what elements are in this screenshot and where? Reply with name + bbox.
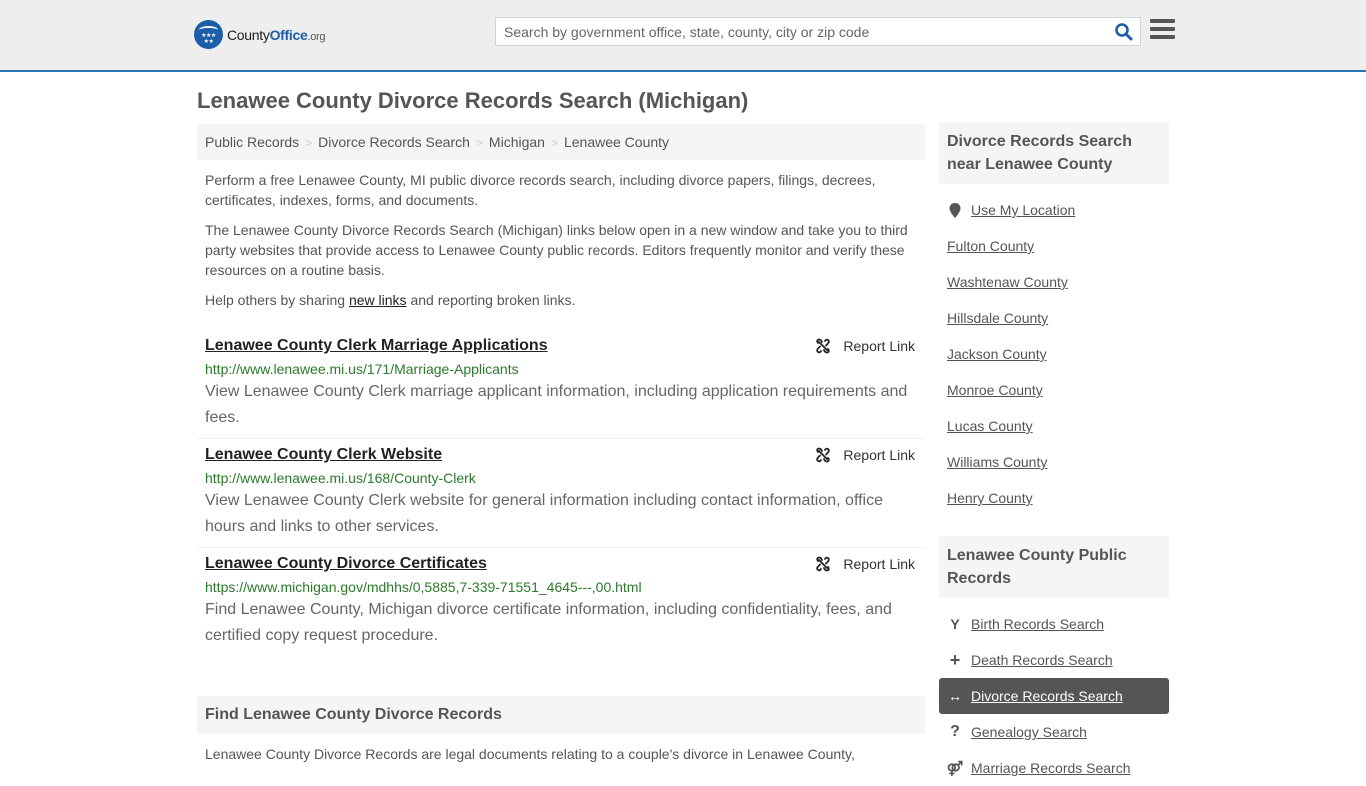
use-my-location-link[interactable]: Use My Location bbox=[971, 202, 1075, 218]
nearby-county-item: Monroe County bbox=[939, 372, 1169, 408]
report-link-button[interactable]: Report Link bbox=[815, 556, 915, 572]
search-box bbox=[495, 17, 1141, 46]
breadcrumb-divorce-records-search[interactable]: Divorce Records Search bbox=[318, 134, 470, 150]
result-item: Lenawee County Clerk Website Report Link… bbox=[197, 439, 925, 548]
breadcrumb-public-records[interactable]: Public Records bbox=[205, 134, 299, 150]
result-url: http://www.lenawee.mi.us/168/County-Cler… bbox=[205, 470, 476, 486]
page-title: Lenawee County Divorce Records Search (M… bbox=[197, 88, 749, 113]
nearby-list: Use My Location Fulton County Washtenaw … bbox=[939, 192, 1169, 516]
nearby-county-link[interactable]: Jackson County bbox=[947, 346, 1047, 362]
arrows-horizontal-icon: ↔ bbox=[948, 688, 962, 704]
result-url: https://www.michigan.gov/mdhhs/0,5885,7-… bbox=[205, 579, 642, 595]
broken-link-icon bbox=[816, 556, 831, 572]
intro-paragraph-3: Help others by sharing new links and rep… bbox=[205, 292, 576, 308]
search-input[interactable] bbox=[496, 18, 1096, 45]
public-record-item-divorce: ↔ Divorce Records Search bbox=[939, 678, 1169, 714]
breadcrumb-lenawee-county[interactable]: Lenawee County bbox=[564, 134, 669, 150]
nearby-county-link[interactable]: Fulton County bbox=[947, 238, 1034, 254]
birth-records-link[interactable]: Birth Records Search bbox=[971, 616, 1104, 632]
nearby-county-item: Jackson County bbox=[939, 336, 1169, 372]
new-links-link[interactable]: new links bbox=[349, 292, 407, 308]
breadcrumb-michigan[interactable]: Michigan bbox=[489, 134, 545, 150]
breadcrumb-separator: > bbox=[550, 136, 558, 150]
child-icon: Y bbox=[950, 616, 960, 632]
intro-paragraph-2: The Lenawee County Divorce Records Searc… bbox=[205, 222, 908, 278]
nearby-county-link[interactable]: Monroe County bbox=[947, 382, 1043, 398]
logo-text: CountyOffice.org bbox=[227, 26, 326, 43]
result-description: View Lenawee County Clerk website for ge… bbox=[205, 492, 883, 535]
nearby-county-item: Williams County bbox=[939, 444, 1169, 480]
genealogy-search-link[interactable]: Genealogy Search bbox=[971, 724, 1087, 740]
sidebar: Divorce Records Search near Lenawee Coun… bbox=[939, 122, 1169, 786]
broken-link-icon bbox=[816, 338, 831, 354]
search-icon bbox=[1115, 23, 1133, 41]
nearby-county-item: Washtenaw County bbox=[939, 264, 1169, 300]
death-records-link[interactable]: Death Records Search bbox=[971, 652, 1113, 668]
nearby-county-link[interactable]: Williams County bbox=[947, 454, 1047, 470]
intro-text: Perform a free Lenawee County, MI public… bbox=[197, 170, 925, 310]
result-description: View Lenawee County Clerk marriage appli… bbox=[205, 383, 908, 426]
map-marker-icon bbox=[947, 202, 963, 218]
search-button[interactable] bbox=[1114, 22, 1134, 42]
result-item: Lenawee County Clerk Marriage Applicatio… bbox=[197, 330, 925, 439]
top-header: ★★★ ★★ CountyOffice.org bbox=[0, 0, 1366, 72]
hamburger-icon bbox=[1150, 19, 1175, 39]
result-item: Lenawee County Divorce Certificates Repo… bbox=[197, 548, 925, 656]
main-content: Public Records > Divorce Records Search > Mi… bbox=[197, 124, 925, 762]
public-record-item-birth: Y Birth Records Search bbox=[939, 606, 1169, 642]
find-records-text: Lenawee County Divorce Records are legal… bbox=[205, 746, 855, 762]
find-records-heading: Find Lenawee County Divorce Records bbox=[197, 696, 925, 734]
nearby-county-link[interactable]: Hillsdale County bbox=[947, 310, 1048, 326]
result-url: http://www.lenawee.mi.us/171/Marriage-Ap… bbox=[205, 361, 519, 377]
nearby-county-link[interactable]: Lucas County bbox=[947, 418, 1033, 434]
divorce-records-link[interactable]: Divorce Records Search bbox=[971, 688, 1123, 704]
plus-icon: + bbox=[949, 649, 961, 670]
question-icon: ? bbox=[950, 723, 960, 740]
breadcrumb-separator: > bbox=[475, 136, 483, 150]
hamburger-menu-button[interactable] bbox=[1150, 19, 1175, 41]
nearby-county-item: Henry County bbox=[939, 480, 1169, 516]
breadcrumb: Public Records > Divorce Records Search > Mi… bbox=[197, 124, 925, 160]
result-title-link[interactable]: Lenawee County Divorce Certificates bbox=[205, 555, 487, 573]
results-list: Lenawee County Clerk Marriage Applicatio… bbox=[197, 330, 925, 656]
breadcrumb-separator: > bbox=[305, 136, 313, 150]
nearby-county-item: Lucas County bbox=[939, 408, 1169, 444]
result-title-link[interactable]: Lenawee County Clerk Website bbox=[205, 446, 442, 464]
marriage-records-link[interactable]: Marriage Records Search bbox=[971, 760, 1131, 776]
nearby-county-link[interactable]: Henry County bbox=[947, 490, 1033, 506]
public-records-heading: Lenawee County Public Records bbox=[939, 536, 1169, 598]
site-logo[interactable]: ★★★ ★★ CountyOffice.org bbox=[194, 20, 326, 49]
eagle-logo-icon: ★★★ ★★ bbox=[194, 20, 223, 49]
broken-link-icon bbox=[816, 447, 831, 463]
nearby-heading: Divorce Records Search near Lenawee Coun… bbox=[939, 122, 1169, 184]
report-link-button[interactable]: Report Link bbox=[815, 338, 915, 354]
public-records-list: Y Birth Records Search + Death Records S… bbox=[939, 606, 1169, 786]
gender-icon: ⚤ bbox=[946, 759, 964, 776]
public-record-item-genealogy: ? Genealogy Search bbox=[939, 714, 1169, 750]
intro-paragraph-1: Perform a free Lenawee County, MI public… bbox=[205, 172, 876, 208]
nearby-county-item: Hillsdale County bbox=[939, 300, 1169, 336]
use-my-location-item: Use My Location bbox=[939, 192, 1169, 228]
public-record-item-death: + Death Records Search bbox=[939, 642, 1169, 678]
result-title-link[interactable]: Lenawee County Clerk Marriage Applicatio… bbox=[205, 337, 548, 355]
nearby-county-item: Fulton County bbox=[939, 228, 1169, 264]
public-record-item-marriage: ⚤ Marriage Records Search bbox=[939, 750, 1169, 786]
report-link-button[interactable]: Report Link bbox=[815, 447, 915, 463]
nearby-county-link[interactable]: Washtenaw County bbox=[947, 274, 1068, 290]
result-description: Find Lenawee County, Michigan divorce ce… bbox=[205, 601, 892, 644]
